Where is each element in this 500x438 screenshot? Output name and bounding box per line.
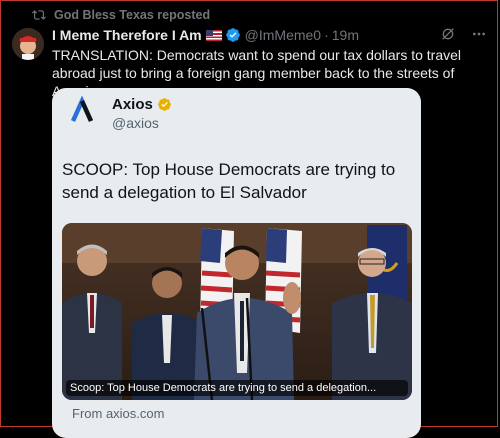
author-handle[interactable]: @ImMeme0 [245, 27, 321, 43]
timestamp[interactable]: 19m [332, 27, 359, 43]
link-preview-image[interactable]: Scoop: Top House Democrats are trying to… [62, 223, 412, 400]
author-name[interactable]: I Meme Therefore I Am [52, 27, 202, 43]
repost-icon [32, 10, 46, 20]
link-domain[interactable]: From axios.com [72, 406, 164, 421]
repost-indicator[interactable]: God Bless Texas reposted [32, 8, 210, 22]
gold-verified-badge-icon[interactable] [157, 97, 172, 112]
repost-label: God Bless Texas reposted [54, 8, 211, 22]
us-flag-icon [205, 29, 222, 41]
image-caption: Scoop: Top House Democrats are trying to… [66, 380, 408, 396]
press-conference-photo [62, 223, 412, 400]
verified-badge-icon[interactable] [225, 27, 241, 43]
quoted-author-name: Axios [112, 96, 153, 113]
more-options-icon[interactable] [470, 26, 488, 42]
avatar-image [12, 28, 44, 60]
axios-logo-icon [70, 95, 94, 122]
tweet-header: I Meme Therefore I Am @ImMeme0 · 19m [52, 27, 359, 43]
tweet-actions-top [426, 26, 488, 42]
quoted-headline: SCOOP: Top House Democrats are trying to… [62, 160, 396, 202]
quoted-tweet-card[interactable]: Axios @axios SCOOP: Top House Democrats … [52, 88, 421, 438]
quoted-author-handle[interactable]: @axios [112, 115, 159, 131]
avatar[interactable] [12, 28, 44, 60]
grok-icon[interactable] [440, 26, 456, 42]
separator: · [324, 27, 329, 43]
quoted-author[interactable]: Axios [112, 96, 172, 113]
